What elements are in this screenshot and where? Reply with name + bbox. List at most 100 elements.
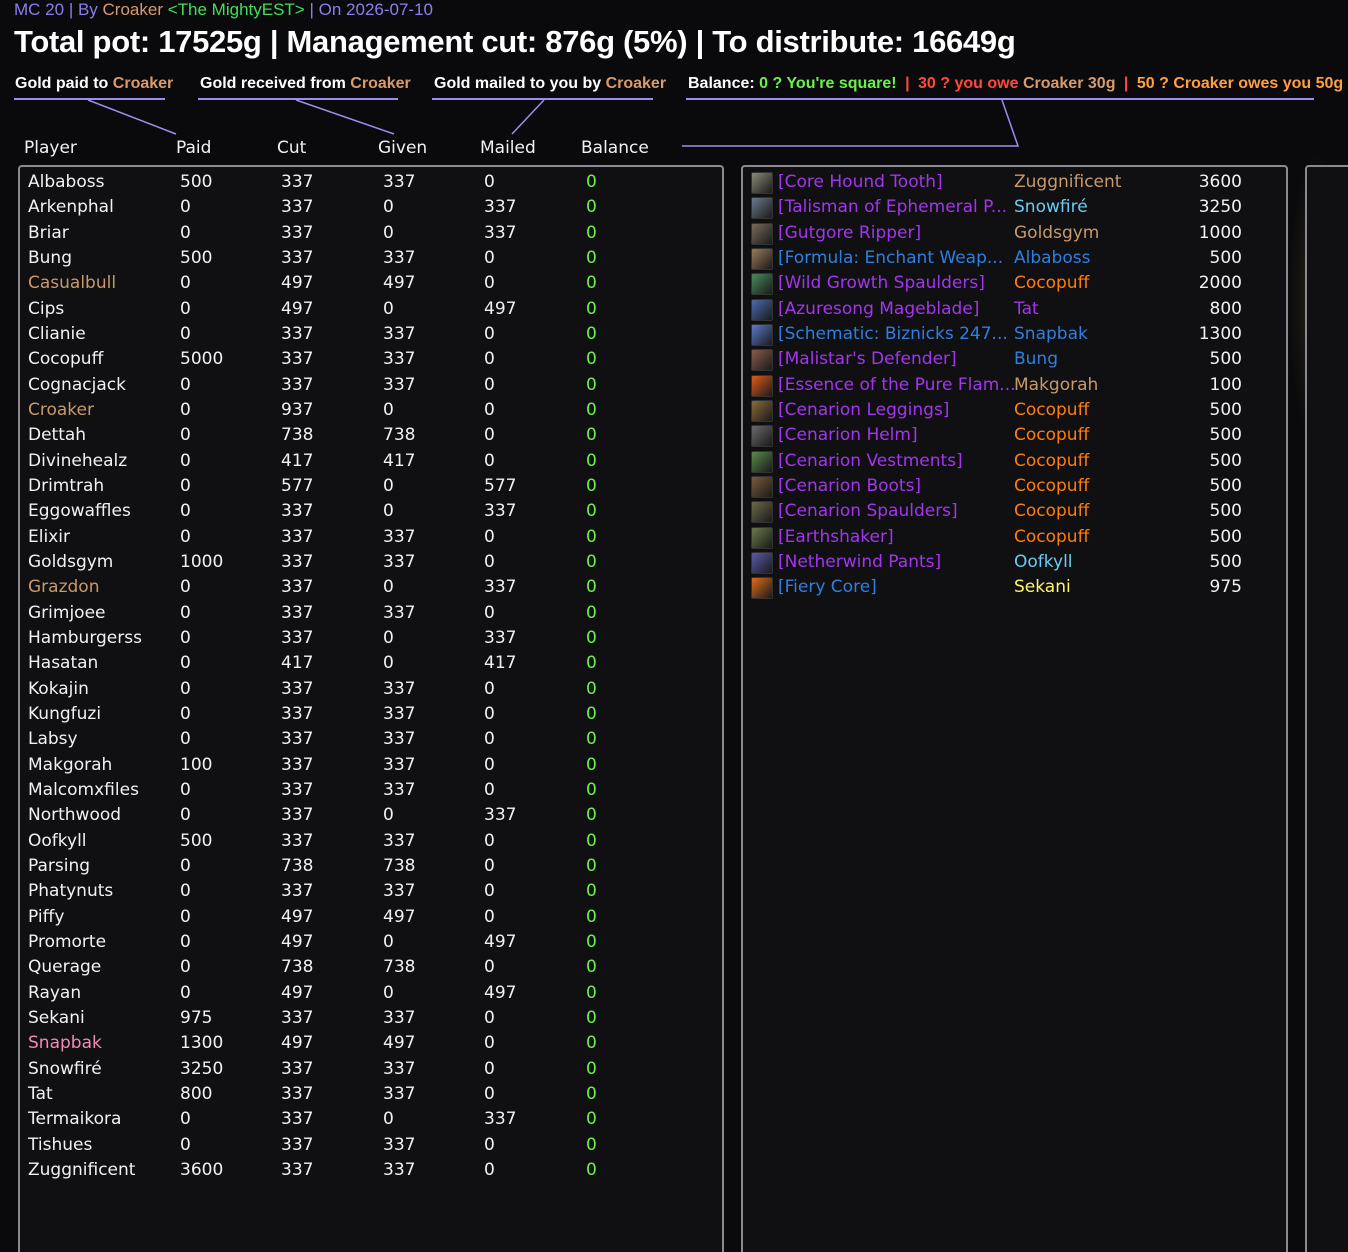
player-row[interactable]: Albaboss 500 337 337 0 0 [20, 170, 720, 195]
item-link[interactable]: [Essence of the Pure Flam... [778, 373, 1016, 398]
item-link[interactable]: [Formula: Enchant Weap... [778, 246, 1003, 271]
item-link[interactable]: [Schematic: Biznicks 247... [778, 322, 1008, 347]
item-link[interactable]: [Talisman of Ephemeral P... [778, 195, 1007, 220]
loot-row[interactable]: [Earthshaker] Cocopuff 500 [743, 525, 1283, 550]
item-link[interactable]: [Wild Growth Spaulders] [778, 271, 985, 296]
loot-row[interactable]: [Cenarion Vestments] Cocopuff 500 [743, 449, 1283, 474]
item-link[interactable]: [Azuresong Mageblade] [778, 297, 979, 322]
loot-row[interactable]: [Malistar's Defender] Bung 500 [743, 347, 1283, 372]
player-name: Termaikora [28, 1109, 122, 1130]
player-row[interactable]: Goldsgym 1000 337 337 0 0 [20, 550, 720, 575]
shoulder-icon[interactable] [751, 273, 773, 296]
item-link[interactable]: [Malistar's Defender] [778, 347, 957, 372]
loot-row[interactable]: [Formula: Enchant Weap... Albaboss 500 [743, 246, 1283, 271]
player-row[interactable]: Cognacjack 0 337 337 0 0 [20, 373, 720, 398]
shoulder-icon[interactable] [751, 501, 773, 524]
mailed-value: 497 [484, 982, 517, 1003]
player-row[interactable]: Kokajin 0 337 337 0 0 [20, 677, 720, 702]
flame-icon[interactable] [751, 374, 773, 397]
player-row[interactable]: Querage 0 738 738 0 0 [20, 955, 720, 980]
player-row[interactable]: Clianie 0 337 337 0 0 [20, 322, 720, 347]
player-row[interactable]: Arkenphal 0 337 0 337 0 [20, 195, 720, 220]
sword-icon[interactable] [751, 298, 773, 321]
tooth-icon[interactable] [751, 172, 773, 194]
boots-icon[interactable] [751, 475, 773, 498]
player-row[interactable]: Tat 800 337 337 0 0 [20, 1082, 720, 1107]
loot-row[interactable]: [Wild Growth Spaulders] Cocopuff 2000 [743, 271, 1283, 296]
player-row[interactable]: Tishues 0 337 337 0 0 [20, 1133, 720, 1158]
player-row[interactable]: Labsy 0 337 337 0 0 [20, 727, 720, 752]
loot-row[interactable]: [Schematic: Biznicks 247... Snapbak 1300 [743, 322, 1283, 347]
player-row[interactable]: Cips 0 497 0 497 0 [20, 297, 720, 322]
loot-table-panel[interactable]: [Core Hound Tooth] Zuggnificent 3600 [Talis… [741, 165, 1288, 1252]
player-row[interactable]: Parsing 0 738 738 0 0 [20, 854, 720, 879]
shield-icon[interactable] [751, 349, 773, 372]
loot-row[interactable]: [Cenarion Boots] Cocopuff 500 [743, 474, 1283, 499]
player-table-panel[interactable]: Albaboss 500 337 337 0 0 Arkenphal 0 337 0 337 0 Bri… [18, 165, 724, 1252]
player-row[interactable]: Rayan 0 497 0 497 0 [20, 981, 720, 1006]
item-link[interactable]: [Earthshaker] [778, 525, 894, 550]
player-row[interactable]: Drimtrah 0 577 0 577 0 [20, 474, 720, 499]
player-name: Grazdon [28, 577, 100, 598]
item-link[interactable]: [Cenarion Helm] [778, 423, 918, 448]
loot-row[interactable]: [Essence of the Pure Flam... Makgorah 100 [743, 373, 1283, 398]
loot-row[interactable]: [Cenarion Helm] Cocopuff 500 [743, 423, 1283, 448]
loot-row[interactable]: [Talisman of Ephemeral P... Snowfiré 3250 [743, 195, 1283, 220]
player-row[interactable]: Croaker 0 937 0 0 0 [20, 398, 720, 423]
player-row[interactable]: Zuggnificent 3600 337 337 0 0 [20, 1158, 720, 1183]
player-row[interactable]: Piffy 0 497 497 0 0 [20, 905, 720, 930]
chest-icon[interactable] [751, 450, 773, 473]
player-row[interactable]: Divinehealz 0 417 417 0 0 [20, 449, 720, 474]
item-link[interactable]: [Core Hound Tooth] [778, 170, 943, 195]
item-link[interactable]: [Cenarion Vestments] [778, 449, 963, 474]
player-row[interactable]: Kungfuzi 0 337 337 0 0 [20, 702, 720, 727]
item-link[interactable]: [Cenarion Leggings] [778, 398, 949, 423]
player-row[interactable]: Casualbull 0 497 497 0 0 [20, 271, 720, 296]
loot-row[interactable]: [Cenarion Spaulders] Cocopuff 500 [743, 499, 1283, 524]
dagger-icon[interactable] [751, 222, 773, 245]
player-row[interactable]: Elixir 0 337 337 0 0 [20, 525, 720, 550]
player-row[interactable]: Bung 500 337 337 0 0 [20, 246, 720, 271]
talisman-icon[interactable] [751, 197, 773, 220]
player-row[interactable]: Phatynuts 0 337 337 0 0 [20, 879, 720, 904]
player-row[interactable]: Snapbak 1300 497 497 0 0 [20, 1031, 720, 1056]
loot-row[interactable]: [Core Hound Tooth] Zuggnificent 3600 [743, 170, 1283, 195]
loot-row[interactable]: [Gutgore Ripper] Goldsgym 1000 [743, 221, 1283, 246]
scroll-icon[interactable] [751, 247, 773, 270]
player-row[interactable]: Dettah 0 738 738 0 0 [20, 423, 720, 448]
player-row[interactable]: Malcomxfiles 0 337 337 0 0 [20, 778, 720, 803]
cut-value: 497 [281, 1033, 314, 1054]
given-value: 0 [383, 577, 394, 598]
player-row[interactable]: Cocopuff 5000 337 337 0 0 [20, 347, 720, 372]
player-row[interactable]: Hasatan 0 417 0 417 0 [20, 651, 720, 676]
player-row[interactable]: Makgorah 100 337 337 0 0 [20, 753, 720, 778]
pants-icon[interactable] [751, 551, 773, 574]
loot-row[interactable]: [Azuresong Mageblade] Tat 800 [743, 297, 1283, 322]
fire-icon[interactable] [751, 577, 773, 600]
loot-row[interactable]: [Cenarion Leggings] Cocopuff 500 [743, 398, 1283, 423]
item-link[interactable]: [Gutgore Ripper] [778, 221, 921, 246]
item-link[interactable]: [Netherwind Pants] [778, 550, 941, 575]
loot-row[interactable]: [Netherwind Pants] Oofkyll 500 [743, 550, 1283, 575]
player-row[interactable]: Promorte 0 497 0 497 0 [20, 930, 720, 955]
leggings-icon[interactable] [751, 399, 773, 422]
schematic-icon[interactable] [751, 323, 773, 346]
helm-icon[interactable] [751, 425, 773, 448]
player-row[interactable]: Snowfiré 3250 337 337 0 0 [20, 1057, 720, 1082]
player-row[interactable]: Briar 0 337 0 337 0 [20, 221, 720, 246]
item-link[interactable]: [Fiery Core] [778, 575, 877, 600]
player-row[interactable]: Termaikora 0 337 0 337 0 [20, 1107, 720, 1132]
player-row[interactable]: Oofkyll 500 337 337 0 0 [20, 829, 720, 854]
item-link[interactable]: [Cenarion Spaulders] [778, 499, 958, 524]
player-row[interactable]: Hamburgerss 0 337 0 337 0 [20, 626, 720, 651]
mace-icon[interactable] [751, 526, 773, 549]
player-row[interactable]: Grimjoee 0 337 337 0 0 [20, 601, 720, 626]
loot-row[interactable]: [Fiery Core] Sekani 975 [743, 575, 1283, 600]
buyer-name: Cocopuff [1014, 425, 1090, 446]
player-row[interactable]: Eggowaffles 0 337 0 337 0 [20, 499, 720, 524]
player-row[interactable]: Sekani 975 337 337 0 0 [20, 1006, 720, 1031]
player-row[interactable]: Grazdon 0 337 0 337 0 [20, 575, 720, 600]
paid-value: 0 [180, 805, 191, 826]
item-link[interactable]: [Cenarion Boots] [778, 474, 921, 499]
player-row[interactable]: Northwood 0 337 0 337 0 [20, 803, 720, 828]
